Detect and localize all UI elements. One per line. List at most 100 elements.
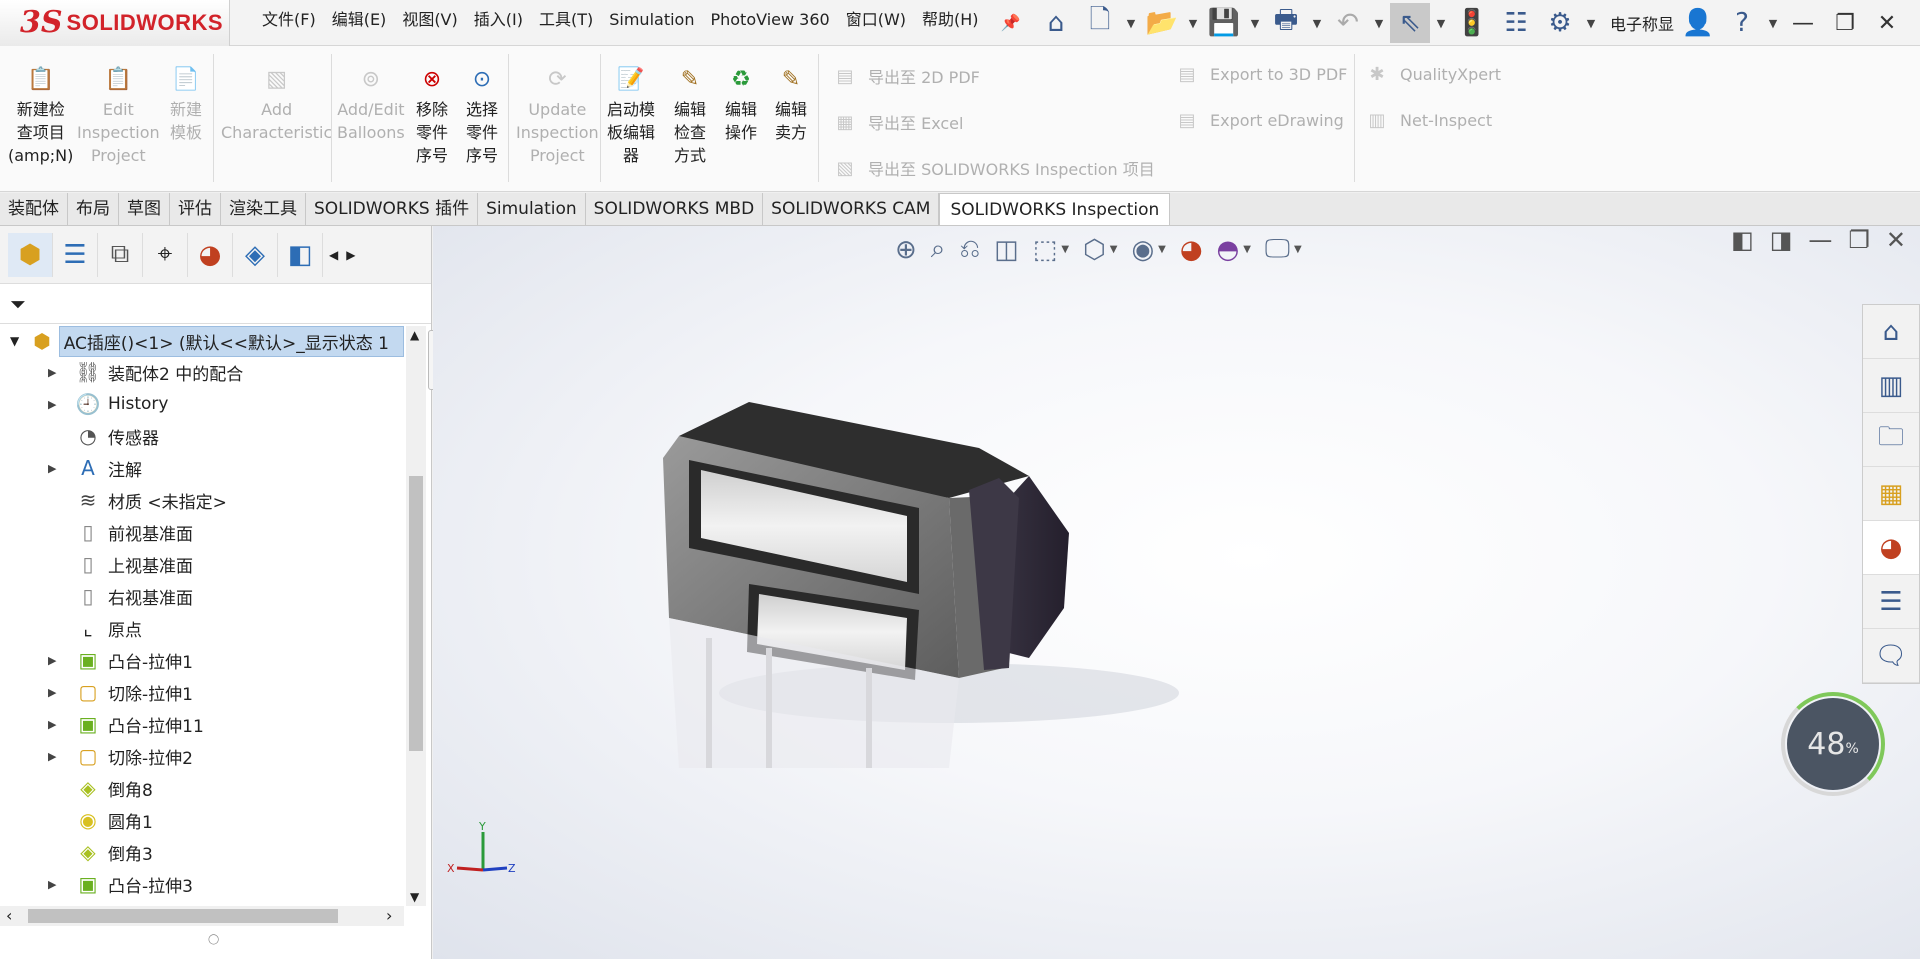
edit-operation-button[interactable]: ♻ 编辑 操作 — [725, 64, 757, 144]
viewport-restore-icon[interactable]: ❐ — [1848, 226, 1870, 254]
export-edrawing-button[interactable]: ▤ Export eDrawing — [1176, 110, 1343, 131]
tree-item[interactable]: ▯ 右视基准面 — [0, 580, 404, 612]
tree-item[interactable]: ▶ A 注解 — [0, 452, 404, 484]
file-properties-icon[interactable]: ☷ — [1496, 3, 1536, 43]
solidworks-logo[interactable]: 3S SOLIDWORKS — [0, 0, 230, 46]
edit-inspection-method-button[interactable]: ✎ 编辑 检查 方式 — [674, 64, 706, 167]
viewport-close-icon[interactable]: ✕ — [1886, 226, 1906, 254]
launch-template-editor-button[interactable]: 📝 启动模 板编辑 器 — [607, 64, 655, 167]
tree-root-row[interactable]: ▼ ⬢ AC插座()<1> (默认<<默认>_显示状态 1 — [0, 326, 404, 357]
dimxpert-tab-icon[interactable]: ⌖ — [143, 232, 188, 277]
new-template-button[interactable]: 📄 新建 模板 — [170, 64, 202, 144]
remove-part-numbers-button[interactable]: ⊗ 移除 零件 序号 — [416, 64, 448, 167]
undo-dropdown-icon[interactable]: ▼ — [1372, 3, 1386, 43]
chevron-right-icon[interactable]: ▶ — [346, 248, 355, 262]
file-explorer-icon[interactable]: 🗀 — [1863, 413, 1919, 467]
pin-menu-icon[interactable]: 📌 — [1001, 13, 1021, 32]
expand-arrow-icon[interactable]: ▶ — [48, 750, 56, 763]
filter-funnel-icon[interactable]: ⏷ — [10, 292, 26, 316]
tree-item[interactable]: ◈ 倒角3 — [0, 836, 404, 868]
tree-item[interactable]: ≋ 材质 <未指定> — [0, 484, 404, 516]
menu-file[interactable]: 文件(F) — [254, 0, 324, 46]
scroll-up-icon[interactable]: ▲ — [410, 328, 419, 342]
configuration-manager-tab-icon[interactable]: ⧉ — [98, 232, 143, 277]
tree-item[interactable]: ▶ ▣ 凸台-拉伸11 — [0, 708, 404, 740]
graphics-viewport[interactable]: ⊕ ⌕ ⎌ ◫ ⬚ ▼ ⬡ ▼ ◉ ▼ ◕ ◓ ▼ 🖵 ▼ ◧ ◨ — ❐ ✕ — [433, 226, 1920, 959]
menu-photoview[interactable]: PhotoView 360 — [702, 0, 837, 46]
tab-evaluate[interactable]: 评估 — [170, 193, 221, 225]
help-dropdown-icon[interactable]: ▼ — [1766, 3, 1780, 43]
tree-horizontal-scrollbar[interactable]: ‹ › — [0, 906, 404, 926]
tree-item[interactable]: ▶ ⛓ 装配体2 中的配合 — [0, 356, 404, 388]
performance-gauge[interactable]: 48% — [1787, 698, 1879, 790]
add-characteristic-button[interactable]: ▧ Add Characteristic — [221, 64, 332, 144]
expand-arrow-icon[interactable]: ▶ — [48, 366, 56, 379]
help-icon[interactable]: ? — [1722, 3, 1762, 43]
custom-properties-icon[interactable]: ☰ — [1863, 575, 1919, 629]
menu-window[interactable]: 窗口(W) — [838, 0, 914, 46]
tab-solidworks-mbd[interactable]: SOLIDWORKS MBD — [586, 193, 764, 225]
quality-xpert-button[interactable]: ✱ QualityXpert — [1366, 64, 1501, 85]
scroll-down-icon[interactable]: ▼ — [410, 890, 419, 904]
tree-item[interactable]: ◉ 圆角1 — [0, 804, 404, 836]
tab-solidworks-addins[interactable]: SOLIDWORKS 插件 — [306, 193, 479, 225]
edit-inspection-project-button[interactable]: 📋 Edit Inspection Project — [77, 64, 160, 167]
scroll-left-icon[interactable]: ‹ — [6, 906, 12, 925]
tab-assembly[interactable]: 装配体 — [0, 193, 68, 225]
new-document-icon[interactable]: 🗋 — [1080, 3, 1120, 43]
update-inspection-project-button[interactable]: ⟳ Update Inspection Project — [516, 64, 599, 167]
tree-item[interactable]: ▶ ▢ 切除-拉伸1 — [0, 676, 404, 708]
restore-icon[interactable]: ❐ — [1826, 11, 1864, 36]
tree-vertical-scrollbar[interactable]: ▲ ▼ — [406, 326, 426, 906]
tab-render-tools[interactable]: 渲染工具 — [221, 193, 306, 225]
tree-item[interactable]: ▶ 🕘 History — [0, 388, 404, 420]
menu-simulation[interactable]: Simulation — [601, 0, 702, 46]
view-orientation-cube-icon[interactable]: ⬡ — [1083, 235, 1106, 265]
cam-tab-icon[interactable]: ◈ — [233, 232, 278, 277]
collapse-arrow-icon[interactable]: ▼ — [10, 334, 19, 348]
edit-appearance-icon[interactable]: ◕ — [1180, 235, 1203, 265]
menu-tools[interactable]: 工具(T) — [531, 0, 601, 46]
menu-edit[interactable]: 编辑(E) — [324, 0, 395, 46]
undo-icon[interactable]: ↶ — [1328, 3, 1368, 43]
menu-help[interactable]: 帮助(H) — [914, 0, 987, 46]
close-icon[interactable]: ✕ — [1868, 11, 1906, 36]
scrollbar-thumb[interactable] — [28, 909, 338, 923]
open-icon[interactable]: 📂 — [1142, 3, 1182, 43]
expand-arrow-icon[interactable]: ▶ — [48, 462, 56, 475]
tree-item[interactable]: ▶ ▣ 凸台-拉伸3 — [0, 868, 404, 900]
export-sw-inspection-button[interactable]: ▧ 导出至 SOLIDWORKS Inspection 项目 — [834, 156, 1154, 180]
new-dropdown-icon[interactable]: ▼ — [1124, 3, 1138, 43]
viewport-minimize-icon[interactable]: — — [1808, 226, 1832, 254]
sw-resources-home-icon[interactable]: ⌂ — [1863, 305, 1919, 359]
dynamic-annotation-icon[interactable]: ⬚ — [1033, 235, 1058, 265]
add-edit-balloons-button[interactable]: ⊚ Add/Edit Balloons — [337, 64, 405, 144]
feature-manager-tab-icon[interactable]: ⬢ — [8, 232, 53, 277]
scroll-right-icon[interactable]: › — [386, 906, 392, 925]
tree-item[interactable]: ▶ ▣ 凸台-拉伸1 — [0, 644, 404, 676]
apply-scene-icon[interactable]: ◓ — [1217, 235, 1240, 265]
export-2d-pdf-button[interactable]: ▤ 导出至 2D PDF — [834, 64, 979, 88]
menu-insert[interactable]: 插入(I) — [466, 0, 531, 46]
tree-item[interactable]: ▶ ▢ 切除-拉伸2 — [0, 740, 404, 772]
expand-arrow-icon[interactable]: ▶ — [48, 686, 56, 699]
previous-view-icon[interactable]: ⎌ — [959, 234, 980, 265]
ac-socket-model[interactable] — [649, 348, 1209, 768]
rebuild-traffic-light-icon[interactable]: 🚦 — [1452, 3, 1492, 43]
property-manager-tab-icon[interactable]: ☰ — [53, 232, 98, 277]
display-style-icon[interactable]: ◉ — [1131, 235, 1154, 265]
edit-vendor-button[interactable]: ✎ 编辑 卖方 — [775, 64, 807, 144]
tab-simulation[interactable]: Simulation — [478, 193, 586, 225]
panel-resize-handle-icon[interactable]: ◯ — [208, 934, 219, 945]
dropdown-icon[interactable]: ▼ — [1110, 244, 1118, 255]
save-icon[interactable]: 💾 — [1204, 3, 1244, 43]
tree-item[interactable]: ▯ 前视基准面 — [0, 516, 404, 548]
expand-arrow-icon[interactable]: ▶ — [48, 654, 56, 667]
select-part-numbers-button[interactable]: ⊙ 选择 零件 序号 — [466, 64, 498, 167]
tab-sketch[interactable]: 草图 — [119, 193, 170, 225]
appearances-icon[interactable]: ◕ — [1863, 521, 1919, 575]
design-library-icon[interactable]: ▥ — [1863, 359, 1919, 413]
print-icon[interactable]: 🖶 — [1266, 3, 1306, 43]
expand-arrow-icon[interactable]: ▶ — [48, 878, 56, 891]
tile-left-icon[interactable]: ◧ — [1731, 226, 1754, 254]
